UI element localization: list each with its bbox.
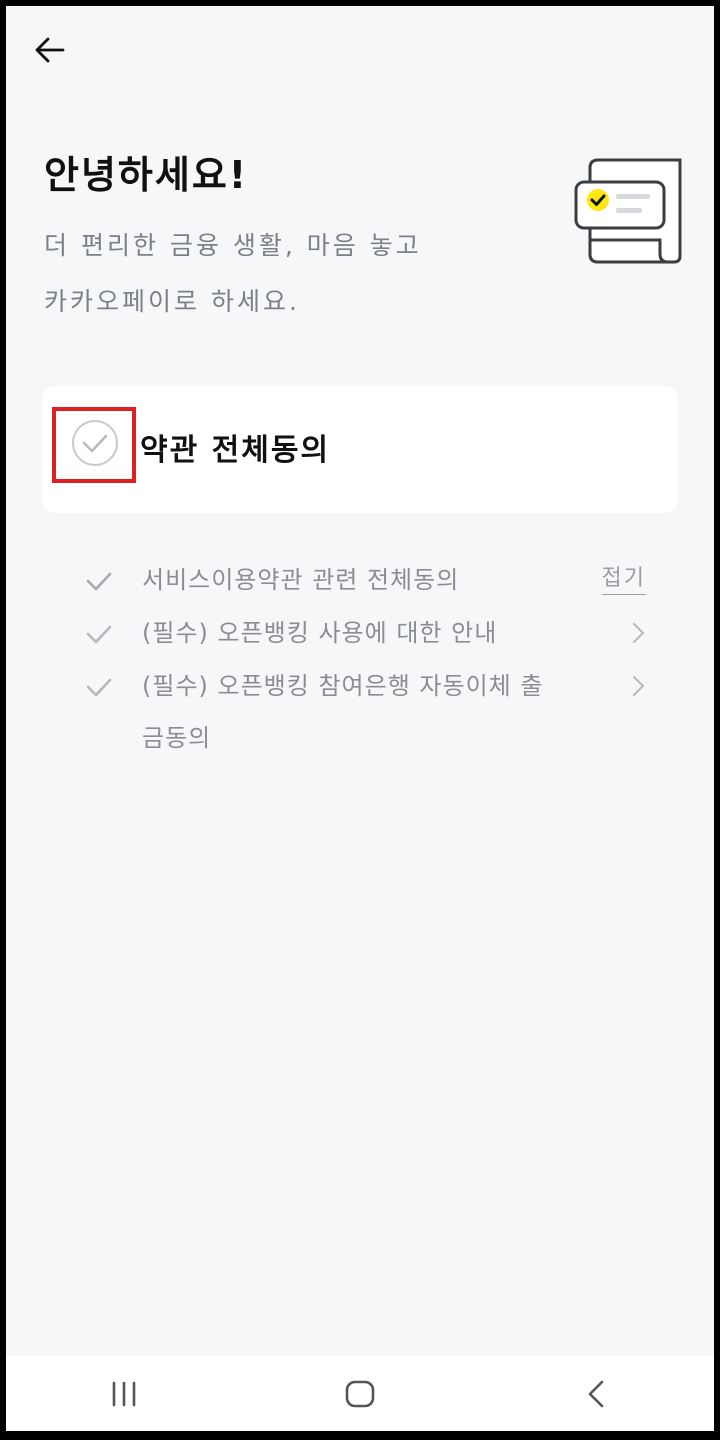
intro-subtitle: 더 편리한 금융 생활, 마음 놓고 카카오페이로 하세요. — [44, 218, 504, 330]
recent-apps-button[interactable] — [64, 1364, 184, 1424]
document-check-icon — [574, 158, 682, 264]
recent-apps-icon — [112, 1381, 136, 1406]
agree-all-checkbox[interactable] — [72, 420, 118, 466]
check-icon[interactable] — [84, 672, 114, 702]
subtitle-line-1: 더 편리한 금융 생활, 마음 놓고 — [44, 231, 422, 260]
subtitle-line-2: 카카오페이로 하세요. — [44, 287, 300, 316]
term-label: (필수) 오픈뱅킹 사용에 대한 안내 — [142, 619, 498, 647]
check-icon[interactable] — [84, 566, 114, 596]
arrow-left-icon — [35, 37, 65, 63]
fold-button[interactable]: 접기 — [601, 560, 646, 595]
system-nav-bar — [6, 1356, 714, 1431]
chevron-right-icon[interactable] — [626, 672, 650, 700]
check-icon[interactable] — [84, 619, 114, 649]
agree-all-label[interactable]: 약관 전체동의 — [140, 425, 330, 469]
home-button[interactable] — [300, 1364, 420, 1424]
back-icon — [588, 1380, 604, 1407]
home-icon — [345, 1380, 375, 1407]
term-label: 서비스이용약관 관련 전체동의 — [142, 566, 460, 594]
greeting-title: 안녕하세요! — [44, 153, 249, 197]
check-icon — [82, 434, 108, 453]
system-back-button[interactable] — [536, 1364, 656, 1424]
back-button[interactable] — [30, 30, 70, 70]
term-label: (필수) 오픈뱅킹 참여은행 자동이체 출금동의 — [142, 672, 544, 752]
agree-all-card[interactable] — [42, 386, 678, 513]
screen: 안녕하세요! 더 편리한 금융 생활, 마음 놓고 카카오페이로 하세요. 약관… — [6, 6, 714, 1431]
chevron-right-icon[interactable] — [626, 619, 650, 647]
